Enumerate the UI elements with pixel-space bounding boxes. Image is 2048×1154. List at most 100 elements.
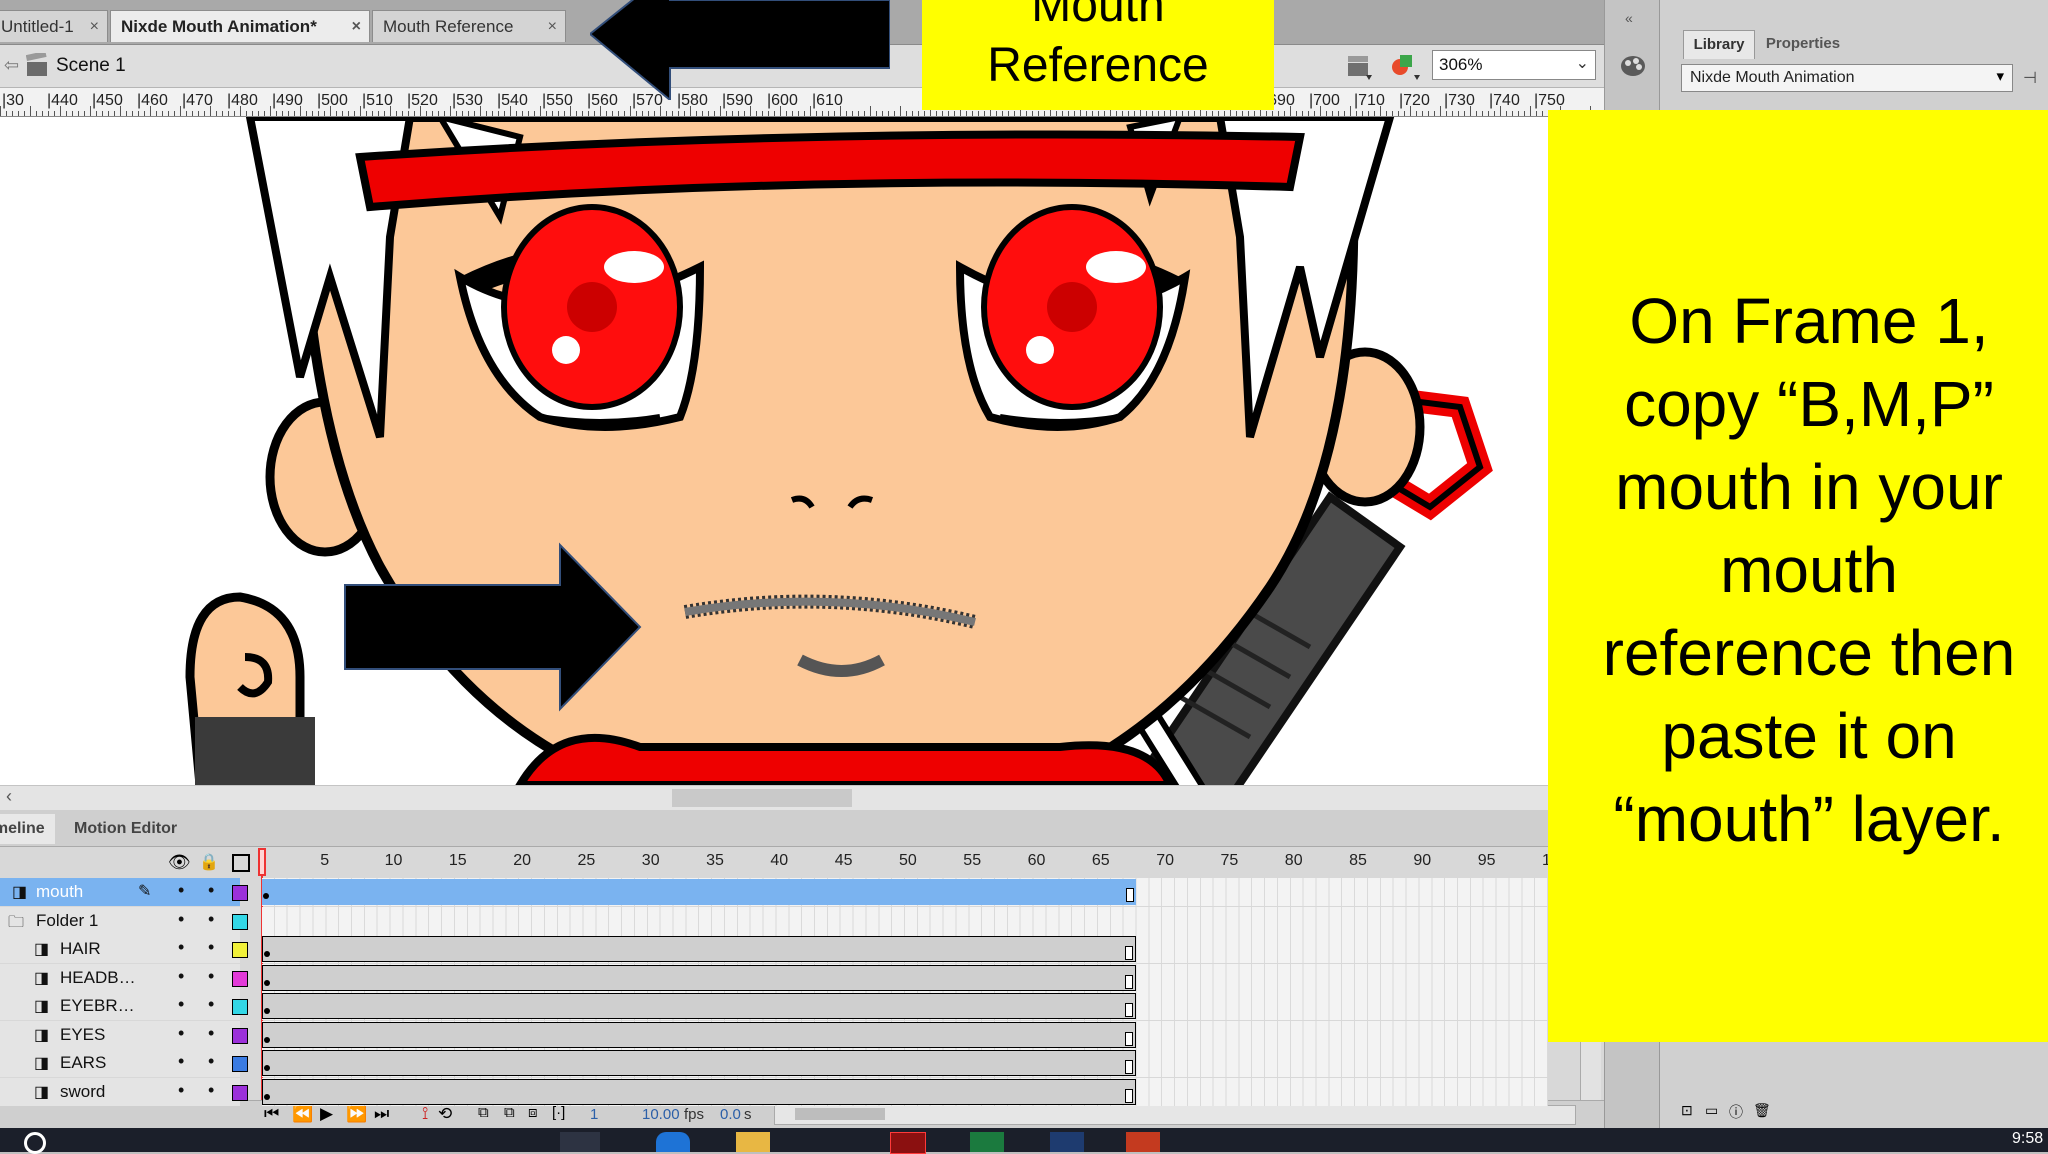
layer-color-swatch[interactable] [232,1027,248,1044]
frame-track[interactable] [262,992,1548,1020]
playhead[interactable] [258,848,266,876]
scroll-left-icon[interactable]: ‹ [6,786,12,807]
layer-row[interactable]: ◨ EARS • • [0,1049,248,1077]
last-frame-icon[interactable]: ⏭ [374,1104,389,1124]
layer-row[interactable]: ◨ HAIR • • [0,935,248,963]
layer-name[interactable]: EYES [60,1025,105,1045]
keyframe-dot[interactable] [264,1065,270,1071]
tab-untitled-1[interactable]: Untitled-1 × [0,10,108,42]
frame-track[interactable] [262,906,1548,935]
current-frame[interactable]: 1 [590,1106,598,1123]
frame-track[interactable] [262,963,1548,992]
frame-track[interactable] [262,1049,1548,1077]
fps-value[interactable]: 10.00 [642,1106,680,1123]
edit-scene-icon[interactable] [1344,51,1374,81]
tab-mouth-reference[interactable]: Mouth Reference × [372,10,566,42]
eye-icon[interactable]: 👁 [168,852,191,873]
tab-timeline[interactable]: Timeline [0,814,55,844]
keyframe-span[interactable] [262,879,1137,905]
layer-row[interactable]: ◨ EYEBR… • • [0,992,248,1020]
step-forward-icon[interactable]: ⏩ [346,1104,367,1124]
end-frame-marker[interactable] [1126,888,1135,902]
scroll-thumb[interactable] [672,789,852,807]
keyframe-span[interactable] [262,993,1137,1019]
pin-icon[interactable]: ⊣ [2023,68,2037,88]
keyframe-dot[interactable] [263,893,269,899]
lock-dot[interactable]: • [208,1051,214,1072]
frame-track[interactable] [262,935,1548,963]
layer-row[interactable]: ◨ mouth ✎ • • [0,878,248,906]
layer-name[interactable]: sword [60,1082,105,1102]
frame-track[interactable] [262,1077,1548,1106]
end-frame-marker[interactable] [1125,946,1134,960]
keyframe-span[interactable] [262,964,1137,991]
end-frame-marker[interactable] [1125,1031,1134,1046]
excel-icon[interactable] [970,1132,1004,1152]
keyframe-span[interactable] [262,1021,1137,1048]
file-explorer-icon[interactable] [736,1132,770,1152]
visibility-dot[interactable]: • [178,880,184,901]
layer-row[interactable]: 🗀 Folder 1 • • [0,906,248,935]
timeline-hscrollbar[interactable] [774,1105,1576,1125]
layer-color-swatch[interactable] [232,885,248,901]
play-icon[interactable]: ▶ [320,1104,333,1124]
layer-name[interactable]: HEADB… [60,968,136,988]
photoshop-icon[interactable] [1050,1132,1084,1152]
onion-outline-icon[interactable]: ⧉ [504,1104,515,1121]
layer-color-swatch[interactable] [232,913,248,930]
loop-icon[interactable]: ⟲ [438,1104,452,1124]
library-document-select[interactable]: Nixde Mouth Animation ▾ [1681,64,2013,92]
visibility-dot[interactable]: • [178,966,184,987]
center-frame-icon[interactable]: ⟟ [422,1104,428,1124]
outline-icon[interactable] [232,854,250,872]
layer-color-swatch[interactable] [232,999,248,1015]
lock-dot[interactable]: • [208,1080,214,1101]
lock-icon[interactable]: 🔒 [199,852,219,872]
tab-library[interactable]: Library [1683,30,1755,59]
layer-name[interactable]: EARS [60,1053,106,1073]
delete-icon[interactable]: 🗑 [1753,1102,1771,1119]
onion-skin-icon[interactable]: ⧉ [478,1104,489,1121]
close-icon[interactable]: × [352,11,361,42]
layer-name[interactable]: Folder 1 [36,911,98,931]
flash-icon[interactable] [890,1132,926,1154]
tab-motion-editor[interactable]: Motion Editor [64,814,187,844]
layer-color-swatch[interactable] [232,1056,248,1072]
lock-dot[interactable]: • [208,966,214,987]
tab-nixde-mouth-animation[interactable]: Nixde Mouth Animation* × [110,10,370,42]
powerpoint-icon[interactable] [1126,1132,1160,1152]
modify-markers-icon[interactable]: [·] [552,1104,565,1121]
tab-properties[interactable]: Properties [1755,30,1851,58]
end-frame-marker[interactable] [1125,1060,1134,1074]
visibility-dot[interactable]: • [178,994,184,1015]
visibility-dot[interactable]: • [178,937,184,958]
frame-track[interactable] [262,878,1548,906]
taskview-icon[interactable] [560,1132,600,1152]
layer-color-swatch[interactable] [232,942,248,958]
palette-icon[interactable] [1619,52,1647,80]
keyframe-dot[interactable] [264,979,270,986]
visibility-dot[interactable]: • [178,1023,184,1044]
layer-row[interactable]: ◨ sword • • [0,1077,248,1106]
edge-icon[interactable] [656,1132,690,1152]
new-folder-icon[interactable]: ▭ [1705,1102,1718,1119]
scene-label[interactable]: Scene 1 [56,55,126,77]
close-icon[interactable]: × [548,11,557,42]
stage-horizontal-scrollbar[interactable]: ‹ [0,785,1548,810]
back-arrow-icon[interactable]: ⇦ [4,55,19,76]
first-frame-icon[interactable]: ⏮ [264,1104,279,1124]
layer-name[interactable]: mouth [36,882,83,902]
search-icon[interactable] [24,1132,46,1154]
edit-multiple-icon[interactable]: ⧈ [528,1104,538,1121]
layer-color-swatch[interactable] [232,970,248,987]
layer-row[interactable]: ◨ HEADB… • • [0,963,248,992]
frame-ruler[interactable]: 5101520253035404550556065707580859095100 [262,850,1568,874]
lock-dot[interactable]: • [208,994,214,1015]
end-frame-marker[interactable] [1125,1088,1134,1103]
keyframe-dot[interactable] [264,951,270,957]
visibility-dot[interactable]: • [178,1051,184,1072]
close-icon[interactable]: × [90,11,99,42]
lock-dot[interactable]: • [208,1023,214,1044]
scroll-thumb[interactable] [795,1108,885,1120]
keyframe-dot[interactable] [264,1036,270,1043]
